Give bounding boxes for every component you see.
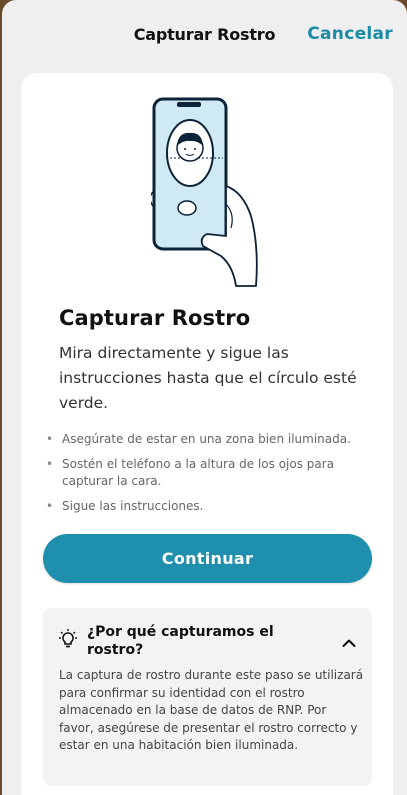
chevron-up-icon[interactable] xyxy=(342,633,356,647)
tip-text: Sigue las instrucciones. xyxy=(62,499,204,513)
lightbulb-icon xyxy=(59,629,77,649)
continue-button[interactable]: Continuar xyxy=(43,534,372,583)
bullet-icon: • xyxy=(46,499,54,513)
page-heading: Capturar Rostro xyxy=(59,306,251,330)
modal-sheet: Capturar Rostro Cancelar Capturar Rostro… xyxy=(2,0,407,795)
tips-list: • Asegúrate de estar en una zona bien ilu… xyxy=(43,431,363,523)
faq-accordion: ¿Por qué capturamos el rostro? La captur… xyxy=(43,608,372,786)
instruction-text: Mira directamente y sigue las instruccio… xyxy=(59,344,357,412)
list-item: • Asegúrate de estar en una zona bien ilu… xyxy=(43,431,363,448)
nav-bar: Capturar Rostro Cancelar xyxy=(2,0,407,70)
bullet-icon: • xyxy=(46,432,54,446)
tip-text: Sostén el teléfono a la altura de los oj… xyxy=(62,457,335,488)
faq-title[interactable]: ¿Por qué capturamos el rostro? xyxy=(87,623,287,659)
content-card: Capturar Rostro Mira directamente y sigu… xyxy=(21,73,393,795)
phone-hand-illustration xyxy=(151,96,266,296)
bullet-icon: • xyxy=(46,457,54,471)
cancel-button[interactable]: Cancelar xyxy=(307,24,393,44)
list-item: • Sostén el teléfono a la altura de los o… xyxy=(43,456,363,490)
faq-body-text: La captura de rostro durante este paso s… xyxy=(59,668,364,752)
list-item: • Sigue las instrucciones. xyxy=(43,498,363,515)
tip-text: Asegúrate de estar en una zona bien ilum… xyxy=(62,432,351,446)
